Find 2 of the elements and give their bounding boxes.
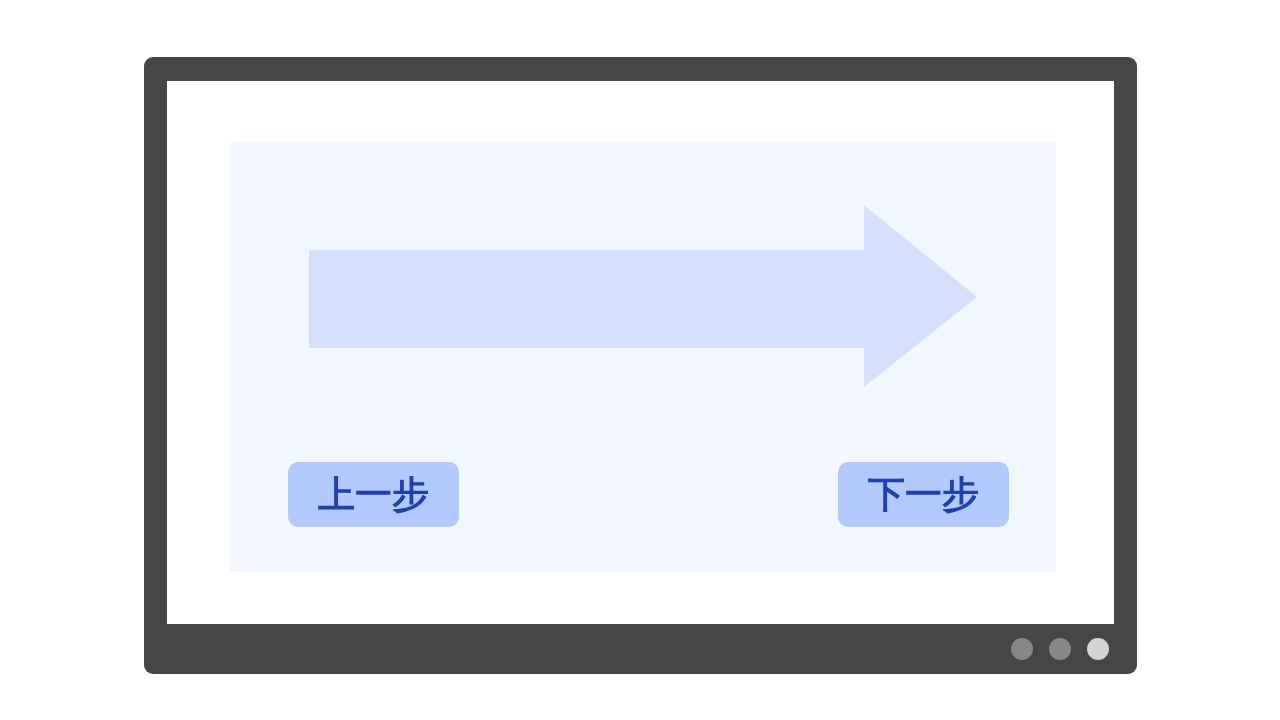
step-button[interactable]: 下一步 (837, 462, 1009, 527)
step-button[interactable]: 上一步 (287, 462, 459, 527)
